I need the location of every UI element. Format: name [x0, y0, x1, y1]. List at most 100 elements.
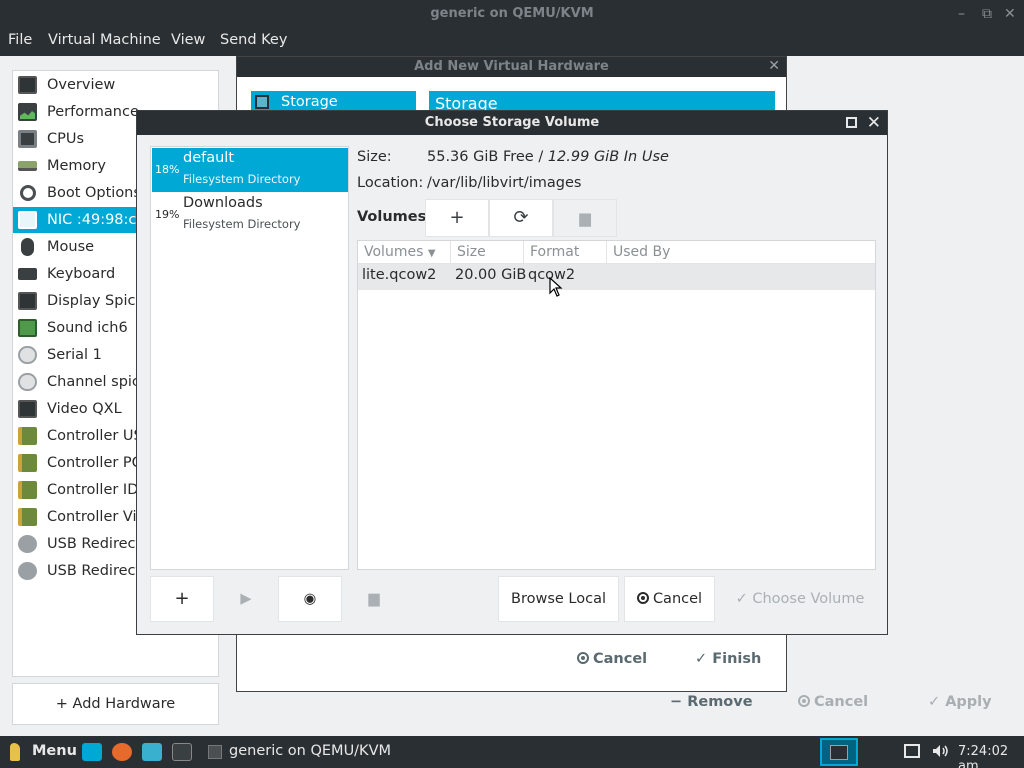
- storage-pool-list: 18% default Filesystem Directory 19% Dow…: [150, 146, 349, 570]
- choose-volume-button[interactable]: ✓ Choose Volume: [725, 576, 875, 622]
- mouse-icon: [21, 238, 34, 256]
- hardware-item-label: CPUs: [47, 131, 85, 147]
- terminal-icon[interactable]: [172, 743, 192, 761]
- menu-logo-icon[interactable]: [10, 743, 20, 761]
- hardware-item-label: Video QXL: [47, 401, 122, 417]
- display-icon: [18, 292, 37, 310]
- pool-name: Downloads: [183, 195, 263, 211]
- pool-name: default: [183, 150, 235, 166]
- volume-icon[interactable]: [932, 744, 948, 758]
- start-pool-button[interactable]: ▶: [214, 576, 278, 622]
- file-manager-icon[interactable]: [142, 743, 162, 761]
- start-menu-button[interactable]: Menu: [32, 743, 77, 759]
- firefox-icon[interactable]: [112, 743, 132, 761]
- keyboard-icon: [18, 268, 37, 280]
- add-pool-button[interactable]: +: [150, 576, 214, 622]
- volume-name: lite.qcow2: [362, 267, 437, 283]
- sound-card-icon: [18, 319, 37, 337]
- refresh-volumes-button[interactable]: ⟳: [489, 199, 553, 237]
- desktop-icon[interactable]: [82, 743, 102, 761]
- controller-icon: [18, 454, 37, 472]
- menu-file[interactable]: File: [8, 32, 32, 48]
- monitor-icon: [18, 76, 37, 94]
- cancel-icon: [636, 592, 649, 604]
- column-header-format[interactable]: Format: [524, 241, 607, 264]
- volume-size: 20.00 GiB: [455, 267, 527, 283]
- usb-icon: [18, 562, 37, 580]
- channel-icon: [18, 373, 37, 391]
- maximize-icon[interactable]: [846, 117, 857, 128]
- add-hardware-cancel-button[interactable]: Cancel: [577, 651, 647, 667]
- hardware-item-label: Sound ich6: [47, 320, 128, 336]
- hardware-item-label: Controller IDE: [47, 482, 148, 498]
- cancel-icon: [577, 652, 589, 664]
- delete-volume-button[interactable]: ▆: [553, 199, 617, 237]
- hardware-item-overview[interactable]: Overview: [13, 72, 218, 98]
- delete-pool-button[interactable]: ▆: [342, 576, 406, 622]
- table-row[interactable]: lite.qcow2 20.00 GiB qcow2: [358, 264, 875, 290]
- add-volume-button[interactable]: +: [425, 199, 489, 237]
- close-icon[interactable]: ✕: [1004, 0, 1016, 28]
- plus-icon: +: [55, 696, 73, 712]
- gear-icon: [20, 185, 36, 201]
- column-header-volumes[interactable]: Volumes ▼: [358, 241, 451, 264]
- trash-icon: ▆: [368, 591, 380, 607]
- main-window-titlebar: generic on QEMU/KVM – ⧉ ✕: [0, 0, 1024, 28]
- hardware-item-label: Memory: [47, 158, 106, 174]
- video-icon: [18, 400, 37, 418]
- column-header-size[interactable]: Size: [451, 241, 524, 264]
- choose-storage-volume-dialog: Choose Storage Volume ✕ 18% default File…: [136, 110, 888, 635]
- pool-item-default[interactable]: 18% default Filesystem Directory: [152, 148, 348, 192]
- menu-view[interactable]: View: [171, 32, 205, 48]
- cancel-label: Cancel: [814, 694, 869, 710]
- workspace-switcher[interactable]: [820, 738, 858, 766]
- pool-item-downloads[interactable]: 19% Downloads Filesystem Directory: [152, 193, 348, 237]
- location-value: /var/lib/libvirt/images: [427, 175, 582, 191]
- serial-icon: [18, 346, 37, 364]
- dialog-title: Choose Storage Volume: [137, 111, 887, 135]
- pool-type: Filesystem Directory: [183, 172, 301, 186]
- remove-button[interactable]: − Remove: [670, 694, 753, 710]
- column-header-used-by[interactable]: Used By: [607, 241, 875, 264]
- finish-button[interactable]: ✓ Finish: [695, 651, 761, 667]
- cancel-label: Cancel: [652, 591, 703, 607]
- hardware-item-label: Channel spice: [47, 374, 149, 390]
- plus-icon: +: [174, 588, 190, 609]
- cancel-icon: [798, 695, 810, 707]
- browse-local-button[interactable]: Browse Local: [498, 576, 619, 622]
- checkmark-icon: ✓: [928, 694, 946, 710]
- clock: 7:24:02 am: [958, 744, 1009, 768]
- hardware-item-label: Keyboard: [47, 266, 116, 282]
- taskbar-window-button[interactable]: generic on QEMU/KVM: [229, 743, 391, 759]
- close-icon[interactable]: ✕: [867, 111, 881, 135]
- apply-button[interactable]: ✓ Apply: [928, 694, 992, 710]
- cpu-icon: [18, 130, 37, 148]
- menu-send-key[interactable]: Send Key: [220, 32, 287, 48]
- controller-icon: [18, 481, 37, 499]
- hardware-type-label: Storage: [281, 94, 338, 110]
- size-value: 55.36 GiB Free / 12.99 GiB In Use: [427, 149, 669, 165]
- stop-pool-button[interactable]: ◉: [278, 576, 342, 622]
- add-hardware-button[interactable]: + Add Hardware: [12, 683, 219, 725]
- choose-volume-label: Choose Volume: [752, 591, 865, 607]
- pool-usage-percent: 19%: [155, 208, 180, 221]
- refresh-icon: ⟳: [513, 207, 529, 228]
- trash-icon: ▆: [579, 209, 591, 227]
- minimize-icon[interactable]: –: [958, 0, 965, 28]
- hardware-item-label: Controller PCI: [47, 455, 147, 471]
- close-icon[interactable]: ✕: [768, 57, 780, 75]
- finish-label: Finish: [712, 651, 762, 667]
- hardware-item-label: Performance: [47, 104, 139, 120]
- hardware-item-label: Boot Options: [47, 185, 141, 201]
- usb-icon: [18, 535, 37, 553]
- pool-type: Filesystem Directory: [183, 217, 301, 231]
- storage-icon: [255, 95, 269, 109]
- volumes-label: Volumes: [357, 209, 427, 225]
- display-tray-icon[interactable]: [904, 744, 920, 758]
- cancel-label: Cancel: [593, 651, 648, 667]
- cancel-button[interactable]: Cancel: [624, 576, 715, 622]
- menu-virtual-machine[interactable]: Virtual Machine: [48, 32, 161, 48]
- restore-icon[interactable]: ⧉: [982, 0, 992, 28]
- network-icon: [18, 211, 37, 229]
- main-cancel-button[interactable]: Cancel: [798, 694, 868, 710]
